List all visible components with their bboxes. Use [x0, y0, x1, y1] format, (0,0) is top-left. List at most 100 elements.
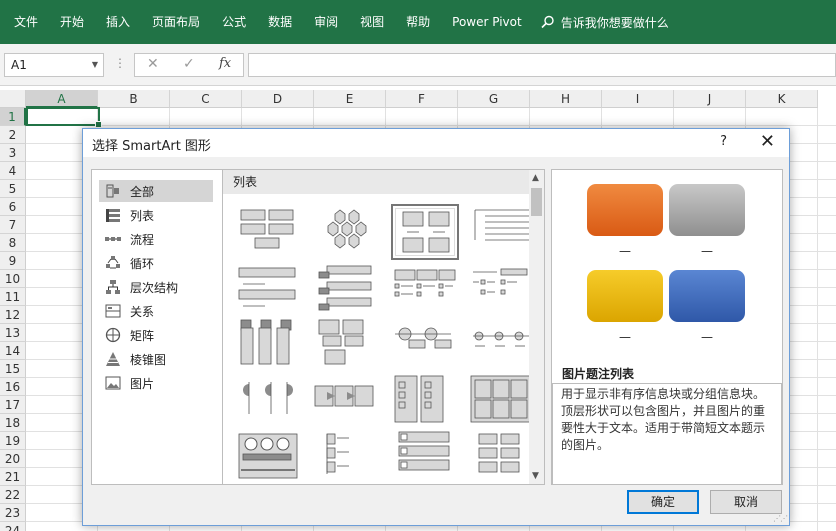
category-list-item[interactable]: 列表: [99, 204, 213, 226]
layout-thumbnail[interactable]: [391, 374, 459, 430]
category-process[interactable]: 流程: [99, 228, 213, 250]
dialog-title: 选择 SmartArt 图形: [92, 139, 211, 154]
column-header[interactable]: J: [674, 90, 746, 108]
row-header[interactable]: 2: [0, 126, 26, 144]
category-pyramid[interactable]: 棱锥图: [99, 348, 213, 370]
row-header[interactable]: 11: [0, 288, 26, 306]
category-picture[interactable]: 图片: [99, 372, 213, 394]
row-header[interactable]: 17: [0, 396, 26, 414]
tab-home[interactable]: 开始: [49, 0, 95, 44]
layout-thumbnail[interactable]: [469, 262, 537, 318]
column-header[interactable]: G: [458, 90, 530, 108]
category-all[interactable]: 全部: [99, 180, 213, 202]
layout-thumbnail[interactable]: [313, 430, 381, 484]
close-icon[interactable]: ✕: [760, 131, 775, 152]
cancel-icon[interactable]: ✕: [147, 56, 159, 72]
row-header[interactable]: 13: [0, 324, 26, 342]
scroll-thumb[interactable]: [531, 188, 542, 216]
cancel-button[interactable]: 取消: [710, 490, 782, 514]
column-header[interactable]: H: [530, 90, 602, 108]
row-header[interactable]: 6: [0, 198, 26, 216]
layout-thumbnail[interactable]: [469, 430, 537, 484]
tab-view[interactable]: 视图: [349, 0, 395, 44]
active-cell[interactable]: [26, 107, 102, 128]
layout-thumbnail[interactable]: [313, 204, 381, 260]
column-header[interactable]: C: [170, 90, 242, 108]
tell-me-box[interactable]: 告诉我你想要做什么: [541, 14, 669, 31]
scroll-down-icon[interactable]: ▼: [532, 471, 539, 481]
category-label: 流程: [130, 232, 155, 247]
select-all-corner[interactable]: [0, 90, 26, 108]
column-header[interactable]: F: [386, 90, 458, 108]
layout-thumbnail[interactable]: [235, 374, 303, 430]
tab-review[interactable]: 审阅: [303, 0, 349, 44]
row-header[interactable]: 12: [0, 306, 26, 324]
name-box-value: A1: [11, 58, 27, 72]
row-header[interactable]: 16: [0, 378, 26, 396]
row-header[interactable]: 20: [0, 450, 26, 468]
resize-grip-icon[interactable]: ⋰⋰: [773, 514, 788, 523]
tab-help[interactable]: 帮助: [395, 0, 441, 44]
insert-function-icon[interactable]: fx: [219, 56, 231, 71]
column-header[interactable]: E: [314, 90, 386, 108]
category-cycle[interactable]: 循环: [99, 252, 213, 274]
layout-thumbnail[interactable]: [469, 204, 537, 260]
row-header[interactable]: 1: [0, 108, 26, 126]
tab-formulas[interactable]: 公式: [211, 0, 257, 44]
layout-thumbnail[interactable]: [235, 262, 303, 318]
row-header[interactable]: 14: [0, 342, 26, 360]
layout-thumbnail[interactable]: [313, 262, 381, 318]
layout-thumbnail[interactable]: [391, 204, 459, 260]
search-icon: [541, 15, 554, 29]
layout-thumbnail[interactable]: [235, 430, 303, 484]
row-header[interactable]: 21: [0, 468, 26, 486]
row-header[interactable]: 10: [0, 270, 26, 288]
row-header[interactable]: 7: [0, 216, 26, 234]
layout-thumbnail[interactable]: [313, 316, 381, 372]
row-header[interactable]: 24: [0, 522, 26, 531]
column-header[interactable]: K: [746, 90, 818, 108]
column-header[interactable]: I: [602, 90, 674, 108]
layout-thumbnail[interactable]: [391, 316, 459, 372]
tab-page-layout[interactable]: 页面布局: [141, 0, 211, 44]
check-icon[interactable]: ✓: [183, 56, 195, 72]
column-header[interactable]: A: [26, 90, 98, 108]
row-header[interactable]: 8: [0, 234, 26, 252]
resize-handle-icon[interactable]: ⋮: [114, 56, 126, 70]
layout-thumbnail[interactable]: [235, 204, 303, 260]
name-box[interactable]: A1 ▼: [4, 53, 104, 77]
layout-thumbnail[interactable]: [469, 374, 537, 430]
layout-thumbnail[interactable]: [469, 316, 537, 372]
help-button[interactable]: ?: [720, 134, 727, 149]
row-header[interactable]: 23: [0, 504, 26, 522]
column-header[interactable]: D: [242, 90, 314, 108]
row-header[interactable]: 15: [0, 360, 26, 378]
tab-power-pivot[interactable]: Power Pivot: [441, 0, 533, 44]
category-relationship[interactable]: 关系: [99, 300, 213, 322]
gallery-scrollbar[interactable]: ▲ ▼: [529, 170, 544, 484]
layout-thumbnail[interactable]: [391, 430, 459, 484]
chevron-down-icon[interactable]: ▼: [92, 54, 98, 76]
row-header[interactable]: 9: [0, 252, 26, 270]
formula-input[interactable]: [248, 53, 836, 77]
row-header[interactable]: 18: [0, 414, 26, 432]
tab-file[interactable]: 文件: [0, 0, 49, 44]
layout-thumbnail[interactable]: [235, 316, 303, 372]
ribbon: 文件 开始 插入 页面布局 公式 数据 审阅 视图 帮助 Power Pivot…: [0, 0, 836, 44]
layout-thumbnail[interactable]: [313, 374, 381, 430]
row-header[interactable]: 3: [0, 144, 26, 162]
row-header[interactable]: 5: [0, 180, 26, 198]
scroll-up-icon[interactable]: ▲: [532, 173, 539, 183]
category-hierarchy[interactable]: 层次结构: [99, 276, 213, 298]
tab-insert[interactable]: 插入: [95, 0, 141, 44]
tab-data[interactable]: 数据: [257, 0, 303, 44]
ok-button[interactable]: 确定: [627, 490, 699, 514]
layout-preview: — — — — 图片题注列表 用于显示非有序信息块或分组信息块。顶层形状可以包含…: [551, 169, 783, 485]
category-matrix[interactable]: 矩阵: [99, 324, 213, 346]
row-header[interactable]: 19: [0, 432, 26, 450]
column-header[interactable]: B: [98, 90, 170, 108]
row-header[interactable]: 4: [0, 162, 26, 180]
row-header[interactable]: 22: [0, 486, 26, 504]
layout-thumbnail[interactable]: [391, 262, 459, 318]
preview-caption-4: —: [701, 330, 713, 344]
